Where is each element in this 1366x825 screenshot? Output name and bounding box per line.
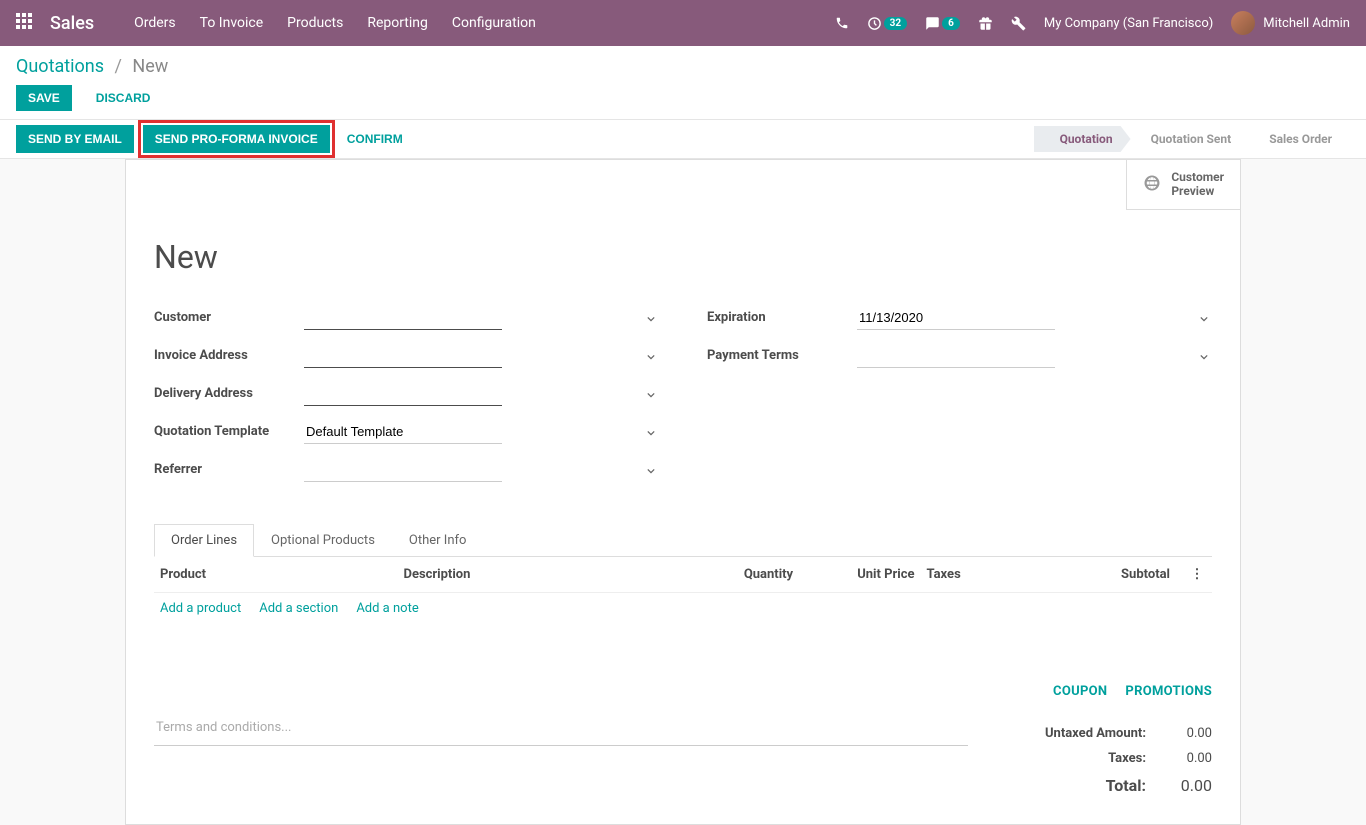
step-quotation-sent[interactable]: Quotation Sent [1125,126,1250,152]
preview-line1: Customer [1171,170,1224,184]
nav-menu: Orders To Invoice Products Reporting Con… [134,15,536,31]
step-sales-order[interactable]: Sales Order [1243,126,1350,152]
discard-button[interactable]: Discard [84,85,163,111]
chevron-down-icon [647,464,655,479]
form-sheet: Customer Preview New Customer Invoice Ad… [125,159,1241,825]
user-menu[interactable]: Mitchell Admin [1231,11,1350,35]
untaxed-amount-label: Untaxed Amount: [992,726,1164,741]
nav-orders[interactable]: Orders [134,15,176,31]
step-quotation[interactable]: Quotation [1034,126,1131,152]
label-payment-terms: Payment Terms [707,348,857,363]
col-subtotal: Subtotal [1024,567,1188,582]
total-value: 0.00 [1164,776,1212,795]
total-label: Total: [992,776,1164,795]
chevron-down-icon [647,312,655,327]
label-customer: Customer [154,310,304,325]
top-navbar: Sales Orders To Invoice Products Reporti… [0,0,1366,46]
label-quotation-template: Quotation Template [154,424,304,439]
activity-badge: 32 [884,17,907,30]
send-proforma-highlight: Send PRO-FORMA Invoice [138,120,335,158]
nav-reporting[interactable]: Reporting [367,15,428,31]
referrer-field[interactable] [304,458,502,482]
customer-preview-button[interactable]: Customer Preview [1126,160,1240,210]
coupon-link[interactable]: COUPON [1053,684,1107,699]
taxes-value: 0.00 [1164,751,1212,766]
nav-to-invoice[interactable]: To Invoice [200,15,264,31]
add-product-link[interactable]: Add a product [160,601,241,616]
page-title: New [154,238,1212,276]
app-brand[interactable]: Sales [50,13,94,34]
breadcrumb-root[interactable]: Quotations [16,56,104,77]
save-button[interactable]: Save [16,85,72,111]
col-quantity: Quantity [671,567,817,582]
chevron-down-icon [1200,312,1208,327]
col-description: Description [404,567,672,582]
gift-icon[interactable] [978,16,993,31]
expiration-field[interactable] [857,306,1055,330]
promotions-link[interactable]: PROMOTIONS [1125,684,1212,699]
quotation-template-field[interactable] [304,420,502,444]
apps-icon[interactable] [16,13,32,33]
add-section-link[interactable]: Add a section [259,601,338,616]
chat-icon[interactable]: 6 [925,16,960,31]
label-delivery-address: Delivery Address [154,386,304,401]
tab-order-lines[interactable]: Order Lines [154,524,254,557]
phone-icon[interactable] [835,16,849,30]
chevron-down-icon [647,350,655,365]
tabs: Order Lines Optional Products Other Info [154,524,1212,557]
untaxed-amount-value: 0.00 [1164,726,1212,741]
order-lines-header: Product Description Quantity Unit Price … [154,557,1212,593]
control-bar: Quotations / New Save Discard [0,46,1366,119]
tab-other-info[interactable]: Other Info [392,524,484,556]
send-email-button[interactable]: Send by Email [16,125,134,153]
breadcrumb-current: New [132,56,168,77]
terms-input[interactable]: Terms and conditions... [154,684,968,746]
tab-optional-products[interactable]: Optional Products [254,524,392,556]
user-name: Mitchell Admin [1263,16,1350,31]
company-selector[interactable]: My Company (San Francisco) [1044,16,1213,31]
label-expiration: Expiration [707,310,857,325]
chevron-down-icon [647,388,655,403]
avatar [1231,11,1255,35]
invoice-address-field[interactable] [304,344,502,368]
status-bar: Send by Email Send PRO-FORMA Invoice Con… [0,119,1366,159]
chevron-down-icon [1200,350,1208,365]
breadcrumb: Quotations / New [16,56,1350,77]
label-referrer: Referrer [154,462,304,477]
col-taxes: Taxes [915,567,1024,582]
kebab-icon[interactable]: ⋮ [1188,567,1206,582]
preview-line2: Preview [1171,184,1224,198]
taxes-label: Taxes: [992,751,1164,766]
status-steps: Quotation Quotation Sent Sales Order [1034,126,1350,152]
send-proforma-button[interactable]: Send PRO-FORMA Invoice [143,125,330,153]
nav-configuration[interactable]: Configuration [452,15,536,31]
chevron-down-icon [647,426,655,441]
customer-field[interactable] [304,306,502,330]
globe-icon [1143,174,1161,195]
nav-products[interactable]: Products [287,15,343,31]
col-product: Product [160,567,404,582]
delivery-address-field[interactable] [304,382,502,406]
add-note-link[interactable]: Add a note [356,601,418,616]
add-line-row: Add a product Add a section Add a note [154,593,1212,624]
chat-badge: 6 [942,17,960,30]
col-unit-price: Unit Price [817,567,914,582]
confirm-button[interactable]: Confirm [335,125,415,153]
activity-icon[interactable]: 32 [867,16,907,31]
payment-terms-field[interactable] [857,344,1055,368]
label-invoice-address: Invoice Address [154,348,304,363]
tools-icon[interactable] [1011,16,1026,31]
